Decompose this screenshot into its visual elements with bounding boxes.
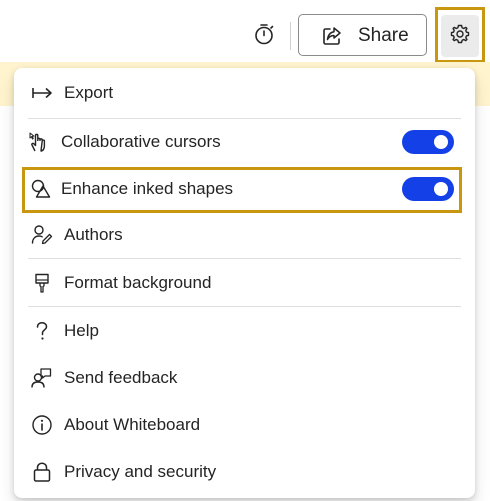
menu-item-send-feedback[interactable]: Send feedback [14, 356, 475, 400]
menu-item-privacy-and-security[interactable]: Privacy and security [14, 450, 475, 494]
person-edit-icon [31, 224, 53, 246]
menu-item-label: About Whiteboard [64, 415, 201, 434]
question-icon [31, 320, 53, 342]
share-label: Share [358, 25, 409, 46]
collaborative-cursors-toggle[interactable] [402, 130, 454, 154]
menu-separator [28, 306, 461, 307]
menu-item-label: Authors [64, 225, 123, 244]
export-arrow-icon [31, 82, 53, 104]
cursor-hand-icon [28, 131, 50, 153]
lock-icon [31, 461, 53, 483]
menu-item-authors[interactable]: Authors [14, 213, 475, 257]
timer-icon [252, 22, 276, 51]
menu-item-help[interactable]: Help [14, 309, 475, 353]
settings-menu: Export Collaborative cursors Enhance ink… [14, 68, 475, 498]
timer-button[interactable] [248, 20, 280, 52]
menu-item-label: Format background [64, 273, 212, 292]
paint-brush-icon [31, 272, 53, 294]
menu-separator [28, 258, 461, 259]
enhance-highlight-box [22, 167, 462, 213]
gear-icon [449, 23, 471, 50]
share-icon [321, 25, 343, 47]
menu-item-label: Export [64, 83, 114, 102]
menu-item-format-background[interactable]: Format background [14, 261, 475, 305]
menu-item-about-whiteboard[interactable]: About Whiteboard [14, 403, 475, 447]
toolbar-divider [290, 22, 291, 50]
info-icon [31, 414, 53, 436]
menu-item-label: Privacy and security [64, 462, 217, 481]
menu-item-label: Collaborative cursors [61, 132, 221, 151]
menu-item-label: Help [64, 321, 99, 340]
settings-button[interactable] [441, 15, 479, 57]
menu-item-collaborative-cursors[interactable]: Collaborative cursors [14, 120, 475, 164]
toggle-knob [434, 135, 448, 149]
menu-item-export[interactable]: Export [14, 71, 475, 115]
menu-separator [28, 118, 461, 119]
person-feedback-icon [31, 367, 53, 389]
top-toolbar: Share [0, 0, 490, 68]
menu-item-label: Send feedback [64, 368, 178, 387]
share-button[interactable]: Share [298, 14, 427, 56]
